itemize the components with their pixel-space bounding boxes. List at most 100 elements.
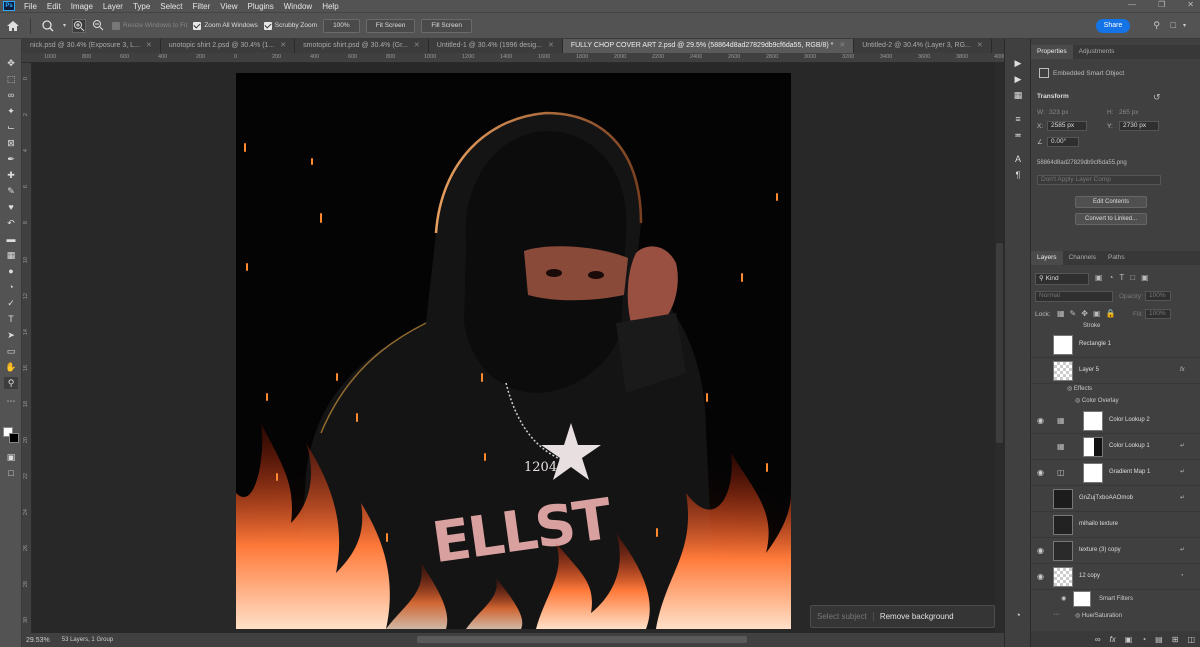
- layer-row[interactable]: ◉ ▦ Color Lookup 2: [1031, 408, 1200, 434]
- type-tool-icon[interactable]: T: [4, 313, 18, 325]
- layer-row[interactable]: GnZujTxboAAOmob ↵: [1031, 486, 1200, 512]
- width-value[interactable]: 323 px: [1049, 109, 1069, 116]
- height-value[interactable]: 265 px: [1119, 109, 1139, 116]
- more-icon[interactable]: ⋯: [1053, 611, 1059, 618]
- paragraph-icon[interactable]: ¶: [1011, 169, 1025, 181]
- layer-row[interactable]: mihailo texture: [1031, 512, 1200, 538]
- x-field[interactable]: 2585 px: [1047, 121, 1087, 131]
- y-field[interactable]: 2730 px: [1119, 121, 1159, 131]
- doc-tab[interactable]: Untitled-1 @ 30.4% (1996 desig... ✕: [429, 39, 563, 53]
- workspace-icon[interactable]: □: [1171, 20, 1176, 30]
- new-group-icon[interactable]: ▤: [1155, 635, 1163, 644]
- search-icon[interactable]: ⚲: [1153, 20, 1160, 31]
- tab-properties[interactable]: Properties: [1031, 45, 1073, 59]
- layer-row[interactable]: Layer 5 fx: [1031, 358, 1200, 384]
- opacity-field[interactable]: 100%: [1145, 291, 1171, 301]
- menu-filter[interactable]: Filter: [188, 2, 216, 11]
- doc-tab[interactable]: nick.psd @ 30.4% (Exposure 3, L... ✕: [22, 39, 161, 53]
- dodge-tool-icon[interactable]: ◔: [4, 281, 18, 293]
- layer-filter-icons[interactable]: ▣◔T□▣: [1095, 273, 1155, 282]
- more-tools-icon[interactable]: ⋯: [4, 395, 18, 407]
- select-subject-button[interactable]: Select subject: [811, 612, 873, 621]
- layer-comp-select[interactable]: Don't Apply Layer Comp: [1037, 175, 1161, 185]
- blend-mode-select[interactable]: Normal: [1035, 291, 1113, 302]
- menu-edit[interactable]: Edit: [42, 2, 66, 11]
- background-color-swatch[interactable]: [9, 433, 19, 443]
- fit-screen-button[interactable]: Fit Screen: [365, 18, 416, 33]
- lasso-tool-icon[interactable]: ∞: [4, 89, 18, 101]
- fill-screen-button[interactable]: Fill Screen: [421, 18, 473, 33]
- layer-row[interactable]: Rectangle 1: [1031, 332, 1200, 358]
- marquee-tool-icon[interactable]: ⬚: [4, 73, 18, 85]
- visibility-eye-icon[interactable]: ◉: [1037, 546, 1046, 555]
- tab-layers[interactable]: Layers: [1031, 251, 1063, 265]
- fx-icon[interactable]: fx: [1180, 366, 1189, 375]
- visibility-eye-icon[interactable]: ◉: [1037, 416, 1046, 425]
- menu-help[interactable]: Help: [317, 2, 343, 11]
- fx-icon[interactable]: fx: [1110, 635, 1116, 644]
- zoom-out-icon[interactable]: [92, 19, 106, 33]
- eraser-tool-icon[interactable]: ▬: [4, 233, 18, 245]
- screen-mode-icon[interactable]: □: [4, 467, 18, 479]
- libraries-icon[interactable]: ▦: [1011, 89, 1025, 101]
- history-brush-icon[interactable]: ↶: [4, 217, 18, 229]
- play-icon[interactable]: ▶: [1011, 73, 1025, 85]
- eyedropper-icon[interactable]: ✒: [4, 153, 18, 165]
- zoom-in-icon[interactable]: [72, 18, 87, 33]
- zoom-level[interactable]: 29.53%: [26, 637, 50, 644]
- vertical-scrollbar[interactable]: [995, 63, 1004, 633]
- resize-windows-checkbox[interactable]: Resize Windows to Fit: [112, 21, 187, 30]
- close-icon[interactable]: ✕: [1187, 0, 1194, 9]
- minimize-icon[interactable]: —: [1128, 0, 1136, 9]
- frame-tool-icon[interactable]: ⊠: [4, 137, 18, 149]
- zoom-tool-icon[interactable]: [41, 19, 57, 32]
- link-icon[interactable]: ∞: [1095, 635, 1101, 644]
- zoom-all-windows-checkbox[interactable]: Zoom All Windows: [193, 21, 258, 30]
- zoom-tool-icon[interactable]: ⚲: [4, 377, 18, 389]
- zoom-100-button[interactable]: 100%: [323, 18, 360, 33]
- horizontal-scrollbar[interactable]: [417, 636, 747, 643]
- layer-row[interactable]: ◉ ◫ Gradient Map 1 ↵: [1031, 460, 1200, 486]
- adjust-icon[interactable]: ≡: [1011, 113, 1025, 125]
- healing-brush-icon[interactable]: ✚: [4, 169, 18, 181]
- trash-icon[interactable]: ◫: [1187, 635, 1195, 644]
- menu-file[interactable]: File: [19, 2, 42, 11]
- new-layer-icon[interactable]: ⊞: [1172, 635, 1179, 644]
- doc-tab[interactable]: unotopic shirt 2.psd @ 30.4% (1... ✕: [161, 39, 296, 53]
- document-artboard[interactable]: 1204 ELLST: [236, 73, 791, 629]
- menu-image[interactable]: Image: [66, 2, 98, 11]
- tab-paths[interactable]: Paths: [1102, 251, 1131, 265]
- doc-tab[interactable]: smotopic shirt.psd @ 30.4% (Gr... ✕: [295, 39, 429, 53]
- convert-linked-button[interactable]: Convert to Linked...: [1075, 213, 1147, 225]
- layer-row[interactable]: ◉ texture (3) copy ↵: [1031, 538, 1200, 564]
- rectangle-tool-icon[interactable]: ▭: [4, 345, 18, 357]
- visibility-eye-icon[interactable]: ◉: [1037, 468, 1046, 477]
- new-adjustment-icon[interactable]: ◔: [1141, 635, 1146, 644]
- chevron-down-icon[interactable]: ▾: [63, 22, 66, 29]
- fill-field[interactable]: 100%: [1145, 309, 1171, 319]
- history-icon[interactable]: ▶: [1011, 57, 1025, 69]
- tab-adjustments[interactable]: Adjustments: [1073, 45, 1121, 59]
- filter-kind-select[interactable]: ⚲ Kind: [1035, 273, 1089, 285]
- home-icon[interactable]: [6, 20, 20, 32]
- canvas-area[interactable]: 1204 ELLST Select subject Remove backgro…: [32, 63, 995, 633]
- layer-row[interactable]: ▦ Color Lookup 1 ↵: [1031, 434, 1200, 460]
- smart-filters-eye-icon[interactable]: ◉: [1061, 595, 1066, 602]
- visibility-eye-icon[interactable]: ◉: [1037, 572, 1046, 581]
- remove-background-button[interactable]: Remove background: [872, 612, 960, 621]
- reset-icon[interactable]: ↺: [1153, 92, 1161, 103]
- menu-window[interactable]: Window: [279, 2, 317, 11]
- menu-view[interactable]: View: [215, 2, 242, 11]
- doc-tab-active[interactable]: FULLY CHOP COVER ART 2.psd @ 29.5% (5886…: [562, 39, 855, 53]
- lock-icons[interactable]: ▦✎✥▣🔒: [1057, 309, 1120, 318]
- move-tool-icon[interactable]: ✥: [4, 57, 18, 69]
- share-button[interactable]: Share: [1096, 19, 1130, 33]
- angle-field[interactable]: 0.00°: [1047, 137, 1079, 147]
- menu-layer[interactable]: Layer: [98, 2, 128, 11]
- blur-tool-icon[interactable]: ●: [4, 265, 18, 277]
- brush-tool-icon[interactable]: ✎: [4, 185, 18, 197]
- quick-mask-icon[interactable]: ▣: [4, 451, 18, 463]
- add-mask-icon[interactable]: ▣: [1125, 635, 1133, 644]
- character-icon[interactable]: A: [1011, 153, 1025, 165]
- mask-icon[interactable]: ◔: [1011, 609, 1025, 621]
